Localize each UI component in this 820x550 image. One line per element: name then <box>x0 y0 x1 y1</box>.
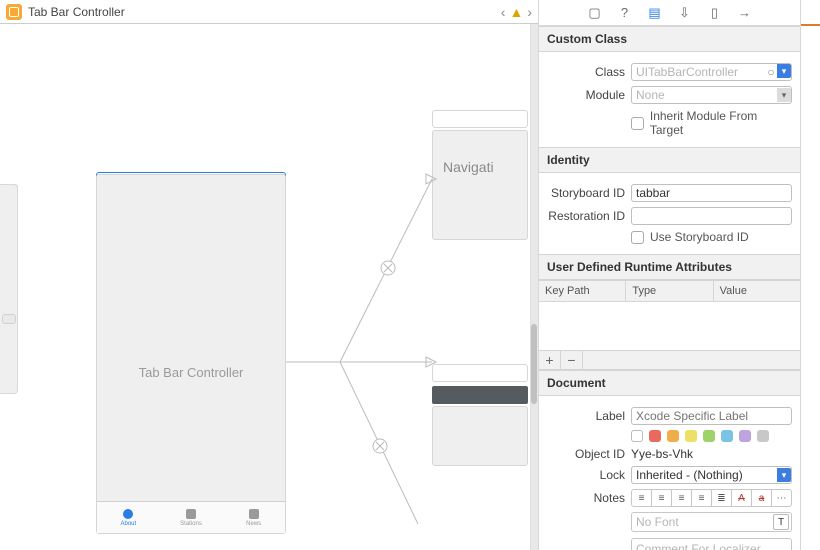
restoration-id-label: Restoration ID <box>547 209 625 223</box>
align-center-button[interactable]: ≡ <box>652 490 672 506</box>
objectid-value: Yye-bs-Vhk <box>631 447 693 461</box>
offscreen-scene-navbar <box>432 386 528 404</box>
nav-forward-icon[interactable]: › <box>527 4 532 20</box>
divider-accent <box>801 24 820 26</box>
align-right-button[interactable]: ≡ <box>672 490 692 506</box>
module-combobox[interactable]: None▾ <box>631 86 792 104</box>
add-button[interactable]: + <box>539 351 561 369</box>
udra-table-header: Key Path Type Value <box>539 280 800 302</box>
breadcrumb-bar: Tab Bar Controller ‹ ▲ › <box>0 0 538 24</box>
identity-inspector-icon[interactable]: ▤ <box>647 5 663 21</box>
udra-table-body[interactable] <box>539 302 800 350</box>
inherit-module-label: Inherit Module From Target <box>650 109 792 137</box>
localizer-comment-placeholder: Comment For Localizer <box>636 542 761 550</box>
attributes-inspector-icon[interactable]: ⇩ <box>677 5 693 21</box>
font-placeholder: No Font <box>636 515 679 529</box>
doc-label-input[interactable] <box>631 407 792 425</box>
breadcrumb-title[interactable]: Tab Bar Controller <box>28 5 125 19</box>
class-label: Class <box>547 65 625 79</box>
offscreen-navigation-scene[interactable]: Navigati <box>432 130 528 240</box>
swatch-red[interactable] <box>649 430 661 442</box>
tab-label: About <box>120 521 136 527</box>
connections-inspector-icon[interactable]: → <box>737 5 753 21</box>
udra-col-keypath[interactable]: Key Path <box>539 281 626 301</box>
restoration-id-input[interactable] <box>631 207 792 225</box>
class-combobox[interactable]: UITabBarController○▾ <box>631 63 792 81</box>
section-heading-document: Document <box>539 370 800 396</box>
offscreen-scene-header <box>432 364 528 382</box>
udra-col-value[interactable]: Value <box>714 281 800 301</box>
swatch-orange[interactable] <box>667 430 679 442</box>
section-heading-custom-class: Custom Class <box>539 26 800 52</box>
nav-back-icon[interactable]: ‹ <box>501 4 506 20</box>
use-storyboard-id-label: Use Storyboard ID <box>650 230 749 244</box>
right-gutter <box>800 0 820 550</box>
tab-label: Stations <box>180 521 202 527</box>
tab-label: News <box>246 521 261 527</box>
notes-toolbar: ≡ ≡ ≡ ≡ ≣ A a ⋯ <box>631 489 792 507</box>
strike-button[interactable]: A <box>732 490 752 506</box>
offscreen-scene-stub <box>0 184 18 394</box>
udra-add-remove: + − <box>539 350 800 370</box>
use-storyboard-id-checkbox[interactable]: Use Storyboard ID <box>631 230 792 244</box>
tab-item-news[interactable]: News <box>222 502 285 533</box>
lock-label: Lock <box>547 468 625 482</box>
canvas-scrollbar-thumb[interactable] <box>531 324 537 404</box>
notes-font-box[interactable]: No Font T <box>631 512 792 532</box>
doc-label-label: Label <box>547 409 625 423</box>
notes-label: Notes <box>547 491 625 505</box>
checkbox-icon <box>631 117 644 130</box>
storyboard-canvas[interactable]: Tab Bar Controller About Stations News N… <box>0 24 538 550</box>
clear-style-button[interactable]: a <box>752 490 772 506</box>
align-left-button[interactable]: ≡ <box>632 490 652 506</box>
remove-button[interactable]: − <box>561 351 583 369</box>
checkbox-icon <box>631 231 644 244</box>
section-heading-identity: Identity <box>539 147 800 173</box>
identity-inspector-panel: ▢ ? ▤ ⇩ ▯ → Custom Class Class UITabBarC… <box>538 0 800 550</box>
swatch-gray[interactable] <box>757 430 769 442</box>
size-inspector-icon[interactable]: ▯ <box>707 5 723 21</box>
offscreen-scene-stub <box>2 314 16 324</box>
objectid-label: Object ID <box>547 447 625 461</box>
swatch-yellow[interactable] <box>685 430 697 442</box>
offscreen-scene[interactable] <box>432 406 528 466</box>
storyboard-id-label: Storyboard ID <box>547 186 625 200</box>
tab-bar: About Stations News <box>97 501 285 533</box>
tab-icon <box>186 509 196 519</box>
udra-col-type[interactable]: Type <box>626 281 713 301</box>
section-heading-udra: User Defined Runtime Attributes <box>539 254 800 280</box>
localizer-comment-box[interactable]: Comment For Localizer <box>631 538 792 550</box>
inherit-module-checkbox[interactable]: Inherit Module From Target <box>631 109 792 137</box>
offscreen-scene-label: Navigati <box>443 159 494 175</box>
swatch-blue[interactable] <box>721 430 733 442</box>
storyboard-id-input[interactable] <box>631 184 792 202</box>
tab-item-stations[interactable]: Stations <box>160 502 223 533</box>
warning-icon[interactable]: ▲ <box>509 4 523 20</box>
more-button[interactable]: ⋯ <box>772 490 791 506</box>
font-picker-button[interactable]: T <box>773 514 789 530</box>
inspector-tabs: ▢ ? ▤ ⇩ ▯ → <box>539 0 800 26</box>
file-inspector-icon[interactable]: ▢ <box>587 5 603 21</box>
swatch-green[interactable] <box>703 430 715 442</box>
quickhelp-inspector-icon[interactable]: ? <box>617 5 633 21</box>
tab-icon <box>249 509 259 519</box>
storyboard-doc-icon <box>6 4 22 20</box>
scene-label: Tab Bar Controller <box>97 365 285 380</box>
swatch-none[interactable] <box>631 430 643 442</box>
tab-item-about[interactable]: About <box>97 502 160 533</box>
label-color-swatches <box>631 430 792 442</box>
swatch-purple[interactable] <box>739 430 751 442</box>
module-label: Module <box>547 88 625 102</box>
align-justify-button[interactable]: ≡ <box>692 490 712 506</box>
tabbarcontroller-scene[interactable]: Tab Bar Controller About Stations News <box>96 174 286 534</box>
offscreen-scene-header <box>432 110 528 128</box>
list-button[interactable]: ≣ <box>712 490 732 506</box>
tab-icon <box>123 509 133 519</box>
canvas-scrollbar-track[interactable] <box>530 24 538 550</box>
lock-select[interactable]: Inherited - (Nothing)▾ <box>631 466 792 484</box>
